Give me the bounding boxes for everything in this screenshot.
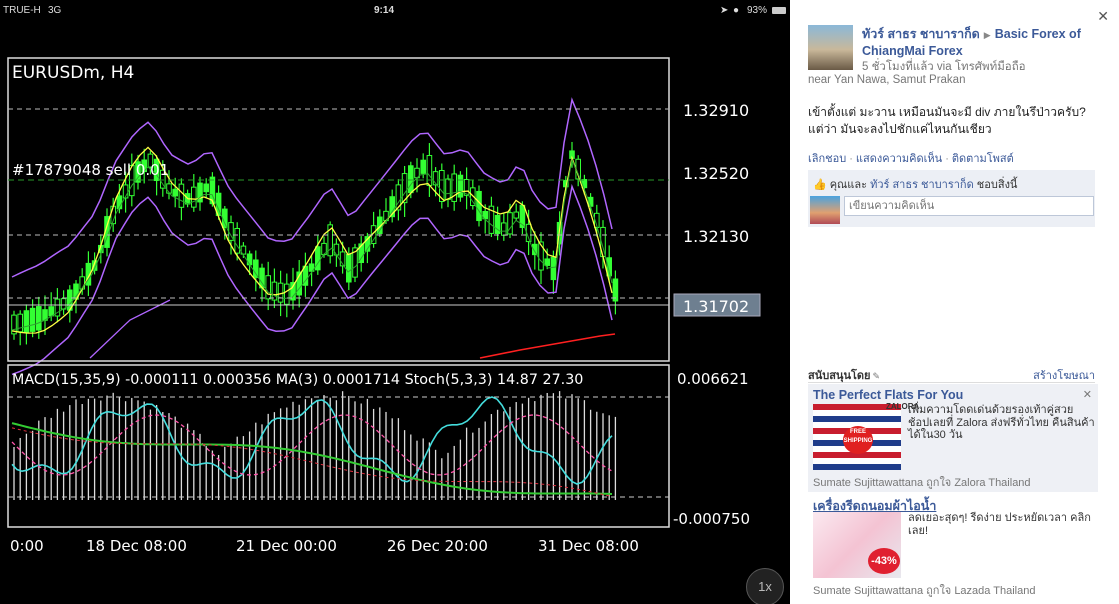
time-tick: 18 Dec 08:00 bbox=[86, 537, 187, 555]
chart-photo: EURUSDm, H4 #17879048 sell 0.01 1.32910 … bbox=[0, 0, 790, 604]
pencil-icon: ✎ bbox=[872, 371, 881, 381]
ad-image[interactable]: FREE SHIPPING ZALORA bbox=[813, 402, 920, 470]
candle-body bbox=[29, 307, 36, 332]
candle-body bbox=[203, 183, 209, 193]
signal-line bbox=[11, 157, 613, 331]
candle-body bbox=[445, 178, 451, 200]
sponsored-label: สนับสนุนโดย ✎ bbox=[808, 370, 881, 382]
ad-card[interactable]: เครื่องรีดถนอมผ้าไอน้ำ -43% ลดเยอะสุดๆ! … bbox=[808, 492, 1098, 600]
post-header: ทัวร์ สาธร ชาบาราก็ด ▶ Basic Forex of Chia… bbox=[862, 26, 1092, 59]
order-label: #17879048 sell 0.01 bbox=[12, 161, 169, 179]
candle-body bbox=[501, 222, 507, 236]
liker-link[interactable]: ทัวร์ สาธร ชาบาราก็ด bbox=[870, 179, 974, 191]
forex-chart: EURUSDm, H4 #17879048 sell 0.01 1.32910 … bbox=[7, 57, 761, 555]
like-summary: 👍 คุณและ ทัวร์ สาธร ชาบาราก็ด ชอบสิ่งนี้ bbox=[813, 175, 1017, 193]
candle-body bbox=[426, 155, 433, 186]
candle-body bbox=[36, 306, 42, 331]
candle-body bbox=[17, 313, 23, 333]
candle-body bbox=[48, 306, 55, 317]
free-shipping-badge: FREE SHIPPING bbox=[843, 426, 873, 454]
commenter-avatar bbox=[810, 196, 840, 224]
candle-body bbox=[346, 253, 352, 283]
candle-body bbox=[271, 281, 278, 301]
ads-header: สนับสนุนโดย ✎ สร้างโฆษณา bbox=[808, 364, 1095, 383]
post-location: near Yan Nawa, Samut Prakan bbox=[808, 74, 966, 86]
post-actions: เลิกชอบ · แสดงความคิดเห็น · ติดตามโพสต์ bbox=[808, 153, 1014, 165]
candle-body bbox=[191, 186, 197, 208]
ad-image[interactable]: -43% bbox=[813, 512, 901, 578]
price-tick: 1.32910 bbox=[683, 101, 749, 120]
candle-body bbox=[234, 227, 240, 254]
time-tick: 21 Dec 00:00 bbox=[236, 537, 337, 555]
likes-box: 👍 คุณและ ทัวร์ สาธร ชาบาราก็ด ชอบสิ่งนี้ bbox=[808, 170, 1095, 227]
price-tick: 1.32130 bbox=[683, 227, 749, 246]
candle-body bbox=[284, 283, 290, 305]
candle-body bbox=[277, 282, 284, 303]
candle-body bbox=[550, 256, 557, 281]
candle-body bbox=[457, 174, 464, 198]
macd-tick: -0.000750 bbox=[673, 510, 750, 528]
close-icon[interactable]: ✕ bbox=[1097, 8, 1109, 25]
symbol-label: EURUSDm, H4 bbox=[12, 63, 134, 83]
time-tick: 26 Dec 20:00 bbox=[387, 537, 488, 555]
ad-title[interactable]: The Perfect Flats For You bbox=[813, 388, 963, 402]
close-icon[interactable]: ✕ bbox=[1083, 388, 1092, 401]
candle-body bbox=[420, 159, 426, 174]
ad-social-context: Sumate Sujittawattana ถูกใจ Lazada Thail… bbox=[813, 585, 1036, 597]
candle-body bbox=[408, 165, 414, 194]
follow-post-link[interactable]: ติดตามโพสต์ bbox=[952, 153, 1014, 165]
carrier-label: TRUE-H bbox=[3, 5, 41, 16]
current-price-label: 1.31702 bbox=[683, 297, 749, 316]
lock-icon: ● bbox=[733, 5, 740, 16]
facebook-post-panel: ✕ ทัวร์ สาธร ชาบาราก็ด ▶ Basic Forex of Ch… bbox=[790, 0, 1119, 604]
indicator-label: MACD(15,35,9) -0.000111 0.000356 MA(3) 0… bbox=[12, 372, 583, 388]
candle-body bbox=[172, 188, 178, 197]
time-tick: 0:00 bbox=[10, 537, 44, 555]
ad-card[interactable]: The Perfect Flats For You ✕ FREE SHIPPIN… bbox=[808, 384, 1098, 492]
candle-body bbox=[253, 259, 259, 278]
network-label: 3G bbox=[48, 5, 62, 16]
time-tick: 31 Dec 08:00 bbox=[538, 537, 639, 555]
candle-body bbox=[222, 208, 228, 229]
clock: 9:14 bbox=[374, 5, 395, 16]
red-ma-line bbox=[479, 333, 616, 359]
ad-description: ลดเยอะสุดๆ! รีดง่าย ประหยัดเวลา คลิกเลย! bbox=[908, 512, 1091, 537]
indicator-lines bbox=[11, 97, 616, 376]
brand-label: ZALORA bbox=[886, 402, 920, 411]
candle-body bbox=[178, 183, 185, 208]
battery-label: 93% bbox=[747, 5, 768, 16]
candle-body bbox=[476, 190, 482, 222]
like-prefix: คุณและ bbox=[829, 179, 868, 191]
unlike-link[interactable]: เลิกชอบ bbox=[808, 153, 846, 165]
discount-badge: -43% bbox=[868, 548, 900, 574]
lower-band-tail bbox=[89, 299, 171, 359]
candle-body bbox=[513, 211, 520, 219]
candle-body bbox=[246, 253, 253, 266]
candle-body bbox=[265, 275, 271, 300]
thumbs-up-icon: 👍 bbox=[813, 179, 827, 191]
macd-histogram bbox=[11, 391, 617, 500]
ad-description: เพิ่มความโดดเด่นด้วยรองเท้าคู่สวย ช้อปเล… bbox=[908, 404, 1095, 441]
like-suffix: ชอบสิ่งนี้ bbox=[976, 179, 1018, 191]
zoom-button[interactable]: 1x bbox=[746, 568, 784, 604]
ad-social-context: Sumate Sujittawattana ถูกใจ Zalora Thail… bbox=[813, 477, 1031, 489]
comment-input[interactable] bbox=[844, 196, 1094, 216]
arrow-right-icon: ▶ bbox=[983, 30, 991, 40]
comment-link[interactable]: แสดงความคิดเห็น bbox=[856, 153, 942, 165]
candle-body bbox=[23, 310, 30, 333]
macd-tick: 0.006621 bbox=[677, 370, 749, 388]
post-text: เข้าตั้งแต่ มะวาน เหมือนมันจะมี div ภายใ… bbox=[808, 105, 1086, 136]
candle-body bbox=[544, 258, 551, 266]
price-tick: 1.32520 bbox=[683, 164, 749, 183]
battery-icon bbox=[772, 7, 786, 14]
author-link[interactable]: ทัวร์ สาธร ชาบาราก็ด bbox=[862, 27, 980, 41]
create-ad-link[interactable]: สร้างโฆษณา bbox=[1033, 366, 1095, 384]
status-bar: TRUE-H 3G 9:14 ➤ ● 93% bbox=[0, 0, 790, 22]
location-icon: ➤ bbox=[720, 5, 729, 16]
candle-body bbox=[333, 243, 340, 256]
author-avatar[interactable] bbox=[808, 25, 853, 70]
